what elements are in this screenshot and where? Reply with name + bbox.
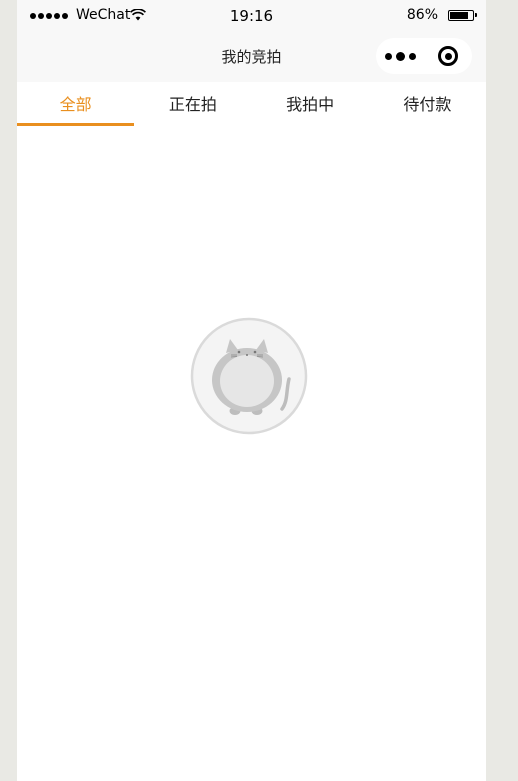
tab-bidding[interactable]: 正在拍 xyxy=(134,82,251,128)
tab-won[interactable]: 我拍中 xyxy=(252,82,369,128)
close-icon[interactable] xyxy=(424,38,472,74)
cat-icon xyxy=(190,317,308,435)
tab-all[interactable]: 全部 xyxy=(17,82,135,128)
status-bar: WeChat 19:16 86% xyxy=(17,0,486,32)
menu-capsule xyxy=(376,38,472,74)
tab-pending-payment[interactable]: 待付款 xyxy=(369,82,486,128)
navigation-bar: 我的竞拍 xyxy=(17,32,486,82)
more-icon[interactable] xyxy=(376,38,424,74)
battery-icon xyxy=(448,10,477,21)
battery-percentage: 86% xyxy=(406,7,438,23)
phone-screen: WeChat 19:16 86% 我的竞拍 全部 正在拍 我拍中 待付款 xyxy=(17,0,486,781)
tab-bar: 全部 正在拍 我拍中 待付款 xyxy=(17,82,486,128)
